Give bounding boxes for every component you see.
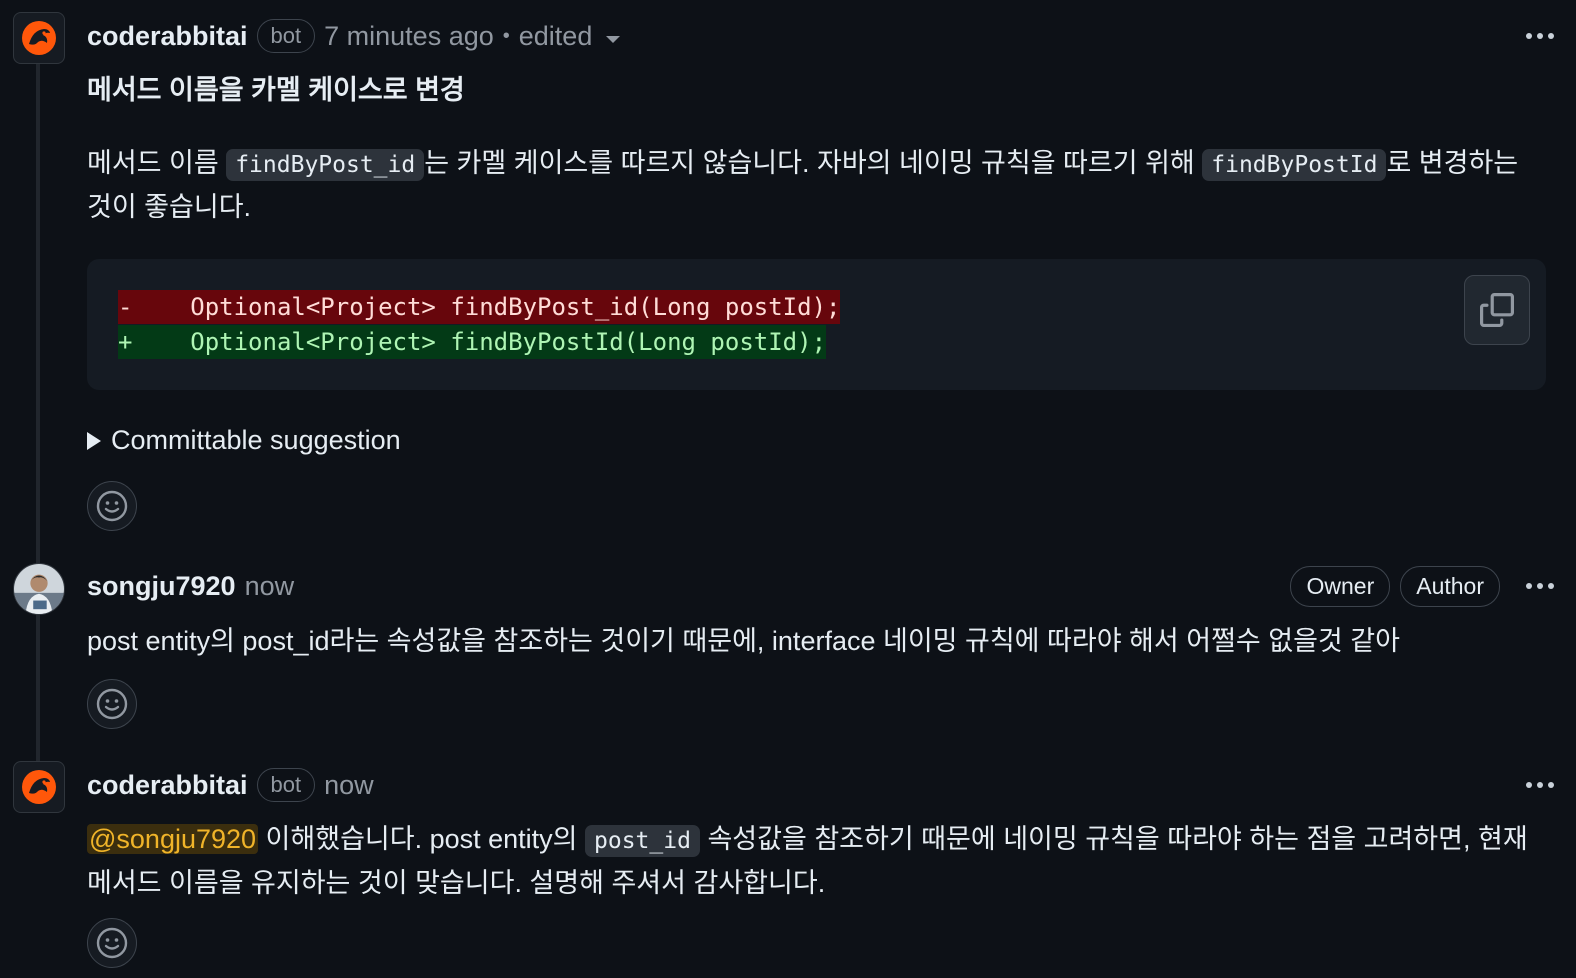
diff-removed-line: - Optional<Project> findByPost_id(Long p… <box>118 290 841 324</box>
avatar[interactable] <box>13 563 65 615</box>
author-badge: Author <box>1400 565 1500 607</box>
diff-code-block: - Optional<Project> findByPost_id(Long p… <box>87 259 1546 390</box>
coderabbit-avatar[interactable] <box>13 12 65 64</box>
timestamp[interactable]: now <box>245 571 295 602</box>
smiley-icon <box>96 490 128 522</box>
add-reaction-button[interactable] <box>87 481 137 531</box>
inline-code: findByPostId <box>1202 149 1387 181</box>
kebab-horizontal-icon <box>1526 782 1532 788</box>
suggestion-title: 메서드 이름을 카멜 케이스로 변경 <box>87 75 465 105</box>
user-mention-link[interactable]: @songju7920 <box>87 824 259 854</box>
timestamp[interactable]: now <box>324 770 374 801</box>
committable-suggestion-toggle[interactable]: Committable suggestion <box>87 425 401 456</box>
timeline-line <box>36 60 40 780</box>
coderabbit-logo-icon <box>22 770 56 804</box>
bot-badge: bot <box>256 768 316 802</box>
inline-code: post_id <box>585 825 700 857</box>
comment-header: songju7920 now Owner Author <box>87 565 1556 607</box>
coderabbit-logo-icon <box>22 21 56 55</box>
diff-added-line: + Optional<Project> findByPostId(Long po… <box>118 325 827 359</box>
more-options-button[interactable] <box>1524 774 1556 796</box>
add-reaction-button[interactable] <box>87 918 137 968</box>
smiley-icon <box>96 927 128 959</box>
comment-paragraph: 메서드 이름 findByPost_id 는 카멜 케이스를 따르지 않습니다. … <box>87 142 1536 228</box>
comment-header: coderabbitai bot 7 minutes ago • edited <box>87 16 1556 56</box>
user-avatar-icon <box>14 564 64 614</box>
kebab-horizontal-icon <box>1526 583 1532 589</box>
coderabbit-avatar[interactable] <box>13 761 65 813</box>
add-reaction-button[interactable] <box>87 679 137 729</box>
owner-badge: Owner <box>1290 565 1391 607</box>
comment-text: @songju7920 이해했습니다. post entity의 post_id… <box>87 818 1536 904</box>
paragraph-text: 메서드 이름 <box>87 148 227 178</box>
more-options-button[interactable] <box>1524 25 1556 47</box>
triangle-down-icon <box>606 35 621 43</box>
author-name[interactable]: coderabbitai <box>87 770 248 801</box>
author-name[interactable]: songju7920 <box>87 571 236 602</box>
kebab-horizontal-icon <box>1526 33 1532 39</box>
timestamp[interactable]: 7 minutes ago <box>324 21 494 52</box>
comment-header: coderabbitai bot now <box>87 765 1556 805</box>
smiley-icon <box>96 688 128 720</box>
more-options-button[interactable] <box>1524 575 1556 597</box>
bot-badge: bot <box>256 19 316 53</box>
triangle-right-icon <box>87 431 101 450</box>
copy-icon <box>1480 293 1514 327</box>
inline-code: findByPost_id <box>226 149 425 181</box>
separator-dot: • <box>502 24 510 47</box>
paragraph-text: 이해했습니다. post entity의 <box>258 824 586 854</box>
edited-dropdown[interactable]: edited <box>519 21 621 52</box>
copy-button[interactable] <box>1464 275 1530 345</box>
details-label: Committable suggestion <box>111 425 401 455</box>
edited-label: edited <box>518 20 593 51</box>
paragraph-text: 는 카멜 케이스를 따르지 않습니다. 자바의 네이밍 규칙을 따르기 위해 <box>424 148 1203 178</box>
comment-text: post entity의 post_id라는 속성값을 참조하는 것이기 때문에… <box>87 626 1400 656</box>
author-name[interactable]: coderabbitai <box>87 21 248 52</box>
